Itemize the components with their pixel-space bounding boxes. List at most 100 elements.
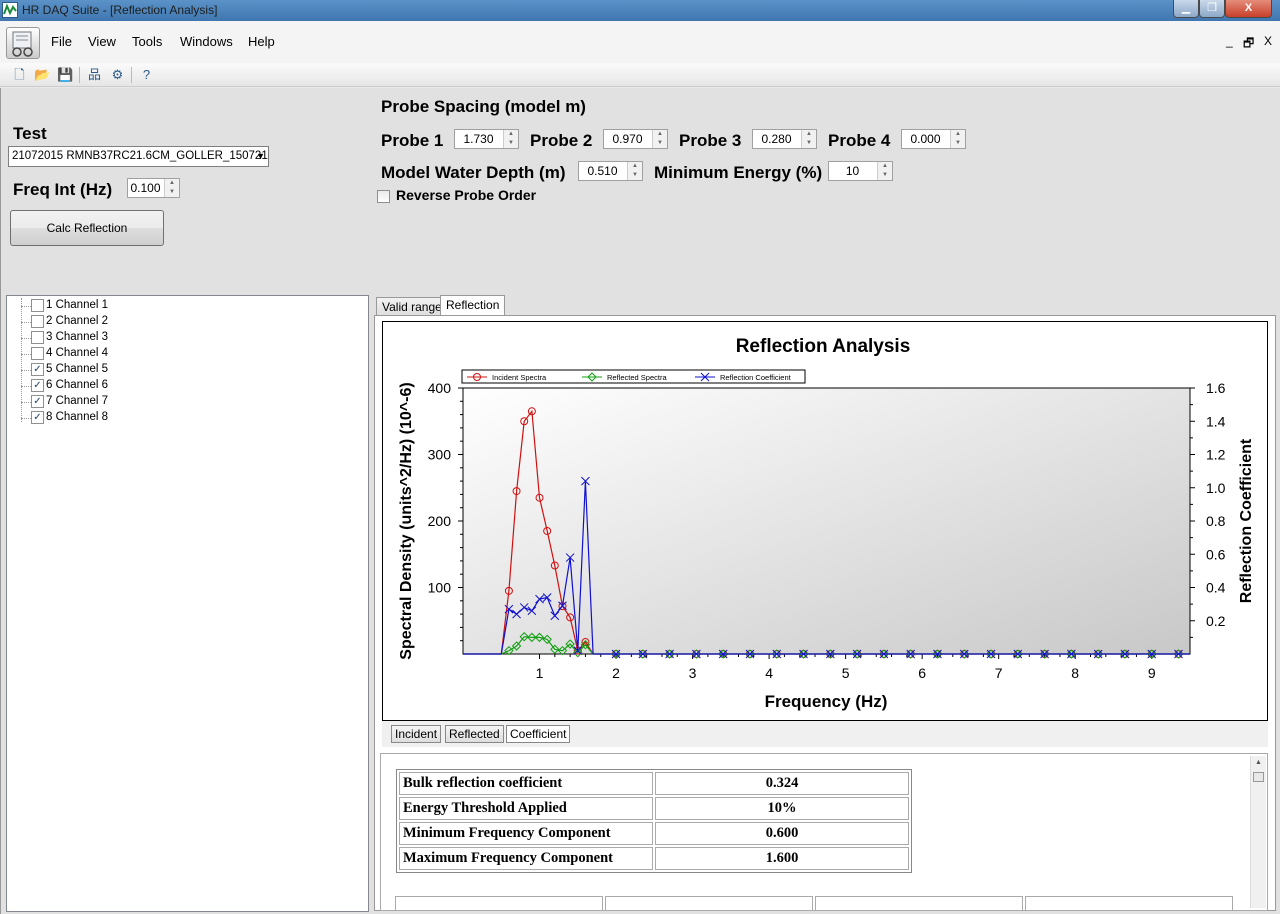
spin-up-icon[interactable]: ▲	[504, 130, 518, 139]
probe1-value[interactable]: 1.730	[455, 130, 502, 148]
new-file-icon[interactable]: 🗋	[11, 66, 28, 83]
menu-windows[interactable]: Windows	[180, 34, 233, 49]
test-dropdown[interactable]: 21072015 RMNB37RC21.6CM_GOLLER_150721 ▼	[8, 146, 269, 167]
min-energy-spin-arrows[interactable]: ▲ ▼	[877, 162, 892, 180]
probe3-spinner[interactable]: 0.280 ▲ ▼	[752, 129, 817, 149]
spin-down-icon[interactable]: ▼	[802, 139, 816, 148]
channel-7-label[interactable]: 7 Channel 7	[46, 395, 108, 407]
spin-up-icon[interactable]: ▲	[628, 162, 642, 171]
probe4-value[interactable]: 0.000	[902, 130, 949, 148]
freq-int-label: Freq Int (Hz)	[13, 180, 113, 199]
subtab-incident[interactable]: Incident	[391, 725, 442, 743]
table-row: Maximum Frequency Component 1.600	[399, 847, 909, 870]
channel-5-checkbox[interactable]: ✓	[31, 363, 44, 376]
channel-6-checkbox[interactable]: ✓	[31, 379, 44, 392]
scroll-thumb[interactable]	[1253, 772, 1264, 782]
test-selected-value: 21072015 RMNB37RC21.6CM_GOLLER_150721	[12, 150, 268, 162]
water-depth-spin-arrows[interactable]: ▲ ▼	[627, 162, 642, 180]
channel-6-label[interactable]: 6 Channel 6	[46, 379, 108, 391]
stat-value: 10%	[655, 797, 909, 820]
probe2-spinner[interactable]: 0.970 ▲ ▼	[603, 129, 668, 149]
scroll-up-icon[interactable]: ▲	[1251, 756, 1266, 770]
y2-tick-label: 0.2	[1206, 613, 1226, 629]
channel-1-label[interactable]: 1 Channel 1	[46, 299, 108, 311]
freq-int-spin-arrows[interactable]: ▲ ▼	[164, 179, 179, 197]
channel-2-checkbox[interactable]	[31, 315, 44, 328]
chevron-down-icon[interactable]: ▼	[256, 147, 265, 166]
min-energy-spinner[interactable]: 10 ▲ ▼	[828, 161, 893, 181]
save-icon[interactable]: 💾	[57, 66, 74, 83]
menu-tools[interactable]: Tools	[132, 34, 162, 49]
spin-down-icon[interactable]: ▼	[504, 139, 518, 148]
tab-valid-range[interactable]: Valid range	[376, 297, 448, 317]
probe2-value[interactable]: 0.970	[604, 130, 651, 148]
results-scrollbar[interactable]: ▲	[1250, 756, 1266, 908]
table-row	[395, 896, 1233, 910]
freq-int-value[interactable]: 0.100	[128, 179, 163, 197]
channel-tree: 1 Channel 1 2 Channel 2 3 Channel 3 4 Ch…	[6, 295, 369, 912]
toolbar-separator	[79, 67, 80, 83]
table-cell	[605, 896, 813, 910]
calc-reflection-button[interactable]: Calc Reflection	[10, 210, 164, 246]
channel-4-label[interactable]: 4 Channel 4	[46, 347, 108, 359]
spin-down-icon[interactable]: ▼	[628, 171, 642, 180]
probe4-spin-arrows[interactable]: ▲ ▼	[950, 130, 965, 148]
reverse-probe-checkbox[interactable]	[377, 190, 390, 203]
y2-tick-label: 1.6	[1206, 380, 1226, 396]
channel-4-checkbox[interactable]	[31, 347, 44, 360]
tree-line	[21, 298, 22, 422]
tab-reflection[interactable]: Reflection	[440, 295, 506, 317]
channel-3-label[interactable]: 3 Channel 3	[46, 331, 108, 343]
probe3-value[interactable]: 0.280	[753, 130, 800, 148]
min-energy-value[interactable]: 10	[829, 162, 876, 180]
menu-file[interactable]: File	[51, 34, 72, 49]
window-minimize-button[interactable]: ▁	[1173, 0, 1199, 18]
mdi-close-button[interactable]: X	[1264, 34, 1272, 48]
spin-up-icon[interactable]: ▲	[878, 162, 892, 171]
mdi-restore-button[interactable]: 🗗	[1243, 34, 1254, 55]
help-icon[interactable]: ?	[138, 66, 155, 83]
spin-up-icon[interactable]: ▲	[165, 179, 179, 188]
spin-down-icon[interactable]: ▼	[951, 139, 965, 148]
menu-help[interactable]: Help	[248, 34, 275, 49]
spin-down-icon[interactable]: ▼	[653, 139, 667, 148]
channel-3-checkbox[interactable]	[31, 331, 44, 344]
y-tick-label: 200	[428, 513, 452, 529]
spin-up-icon[interactable]: ▲	[653, 130, 667, 139]
legend-label: Reflection Coefficient	[720, 373, 792, 382]
channel-1-checkbox[interactable]	[31, 299, 44, 312]
probe1-spin-arrows[interactable]: ▲ ▼	[503, 130, 518, 148]
window-maximize-button[interactable]: ❐	[1199, 0, 1225, 18]
subtab-reflected[interactable]: Reflected	[445, 725, 504, 743]
stat-key: Minimum Frequency Component	[399, 822, 653, 845]
channel-2-label[interactable]: 2 Channel 2	[46, 315, 108, 327]
freq-int-spinner[interactable]: 0.100 ▲ ▼	[127, 178, 180, 198]
title-bar: HR DAQ Suite - [Reflection Analysis] ▁ ❐…	[0, 0, 1280, 21]
channel-8-checkbox[interactable]: ✓	[31, 411, 44, 424]
probe3-spin-arrows[interactable]: ▲ ▼	[801, 130, 816, 148]
water-depth-spinner[interactable]: 0.510 ▲ ▼	[578, 161, 643, 181]
open-folder-icon[interactable]: 📂	[34, 66, 51, 83]
channel-8-label[interactable]: 8 Channel 8	[46, 411, 108, 423]
spin-up-icon[interactable]: ▲	[802, 130, 816, 139]
menu-view[interactable]: View	[88, 34, 116, 49]
channel-7-checkbox[interactable]: ✓	[31, 395, 44, 408]
water-depth-value[interactable]: 0.510	[579, 162, 626, 180]
subtab-coefficient[interactable]: Coefficient	[506, 725, 571, 743]
settings-gear-icon[interactable]: ⚙	[109, 66, 126, 83]
window-close-button[interactable]: X	[1225, 0, 1272, 18]
channel-5-label[interactable]: 5 Channel 5	[46, 363, 108, 375]
table-row: Energy Threshold Applied 10%	[399, 797, 909, 820]
spin-up-icon[interactable]: ▲	[951, 130, 965, 139]
probe2-spin-arrows[interactable]: ▲ ▼	[652, 130, 667, 148]
x-tick-label: 5	[842, 665, 850, 681]
table-row: Bulk reflection coefficient 0.324	[399, 772, 909, 795]
probe4-spinner[interactable]: 0.000 ▲ ▼	[901, 129, 966, 149]
spin-down-icon[interactable]: ▼	[878, 171, 892, 180]
probe1-label: Probe 1	[381, 131, 444, 150]
spin-down-icon[interactable]: ▼	[165, 188, 179, 197]
probe1-spinner[interactable]: 1.730 ▲ ▼	[454, 129, 519, 149]
network-icon[interactable]: 品	[86, 66, 103, 83]
mdi-minimize-button[interactable]: _	[1226, 34, 1233, 48]
probe4-label: Probe 4	[828, 131, 891, 150]
